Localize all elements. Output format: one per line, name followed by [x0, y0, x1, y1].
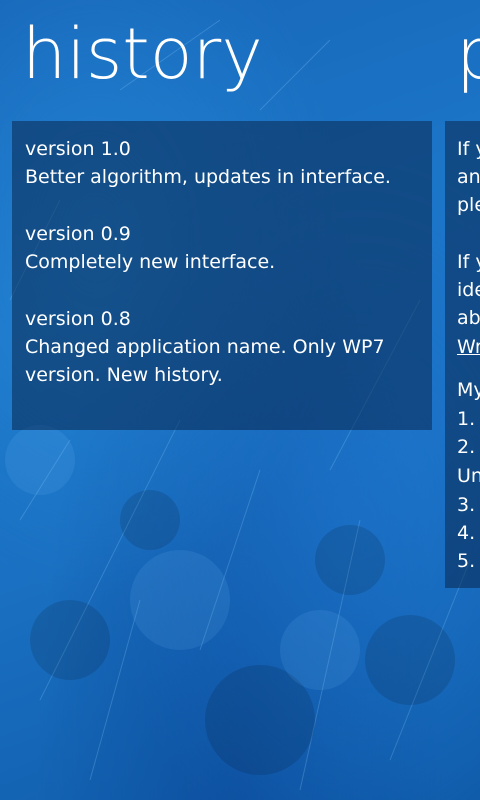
history-entry: version 0.9 Completely new interface.: [25, 220, 425, 276]
version-description: Better algorithm, updates in interface.: [25, 166, 391, 188]
next-panel-line: 3.: [457, 494, 476, 516]
next-panel-line: 1. N: [457, 408, 480, 430]
page-title: history: [22, 13, 263, 95]
next-panel-line: 5.: [457, 550, 476, 572]
version-description: Completely new interface.: [25, 251, 276, 273]
next-panel-line: If y: [457, 251, 480, 273]
version-label: version 1.0: [25, 138, 131, 160]
next-panel-line: ple: [457, 194, 480, 216]
history-panel: version 1.0 Better algorithm, updates in…: [12, 121, 432, 430]
next-panel-line: If y: [457, 138, 480, 160]
next-panel-line: 4. T: [457, 522, 480, 544]
next-page-panel-peek[interactable]: If y an ple If y ide ab Wr My 1. N 2. J …: [445, 121, 480, 588]
next-panel-line: 2. J: [457, 436, 480, 458]
next-panel-line: Un: [457, 465, 480, 487]
next-panel-line: an: [457, 166, 480, 188]
next-panel-line: ide: [457, 279, 480, 301]
next-panel-line: ab: [457, 307, 480, 329]
version-label: version 0.8: [25, 308, 131, 330]
version-label: version 0.9: [25, 223, 131, 245]
history-entry: version 0.8 Changed application name. On…: [25, 305, 425, 389]
next-panel-link[interactable]: Wr: [457, 333, 480, 361]
history-entry: version 1.0 Better algorithm, updates in…: [25, 135, 425, 191]
next-panel-line: My: [457, 379, 480, 401]
version-description: Changed application name. Only WP7 versi…: [25, 336, 385, 386]
next-page-title-peek[interactable]: p: [456, 8, 480, 100]
